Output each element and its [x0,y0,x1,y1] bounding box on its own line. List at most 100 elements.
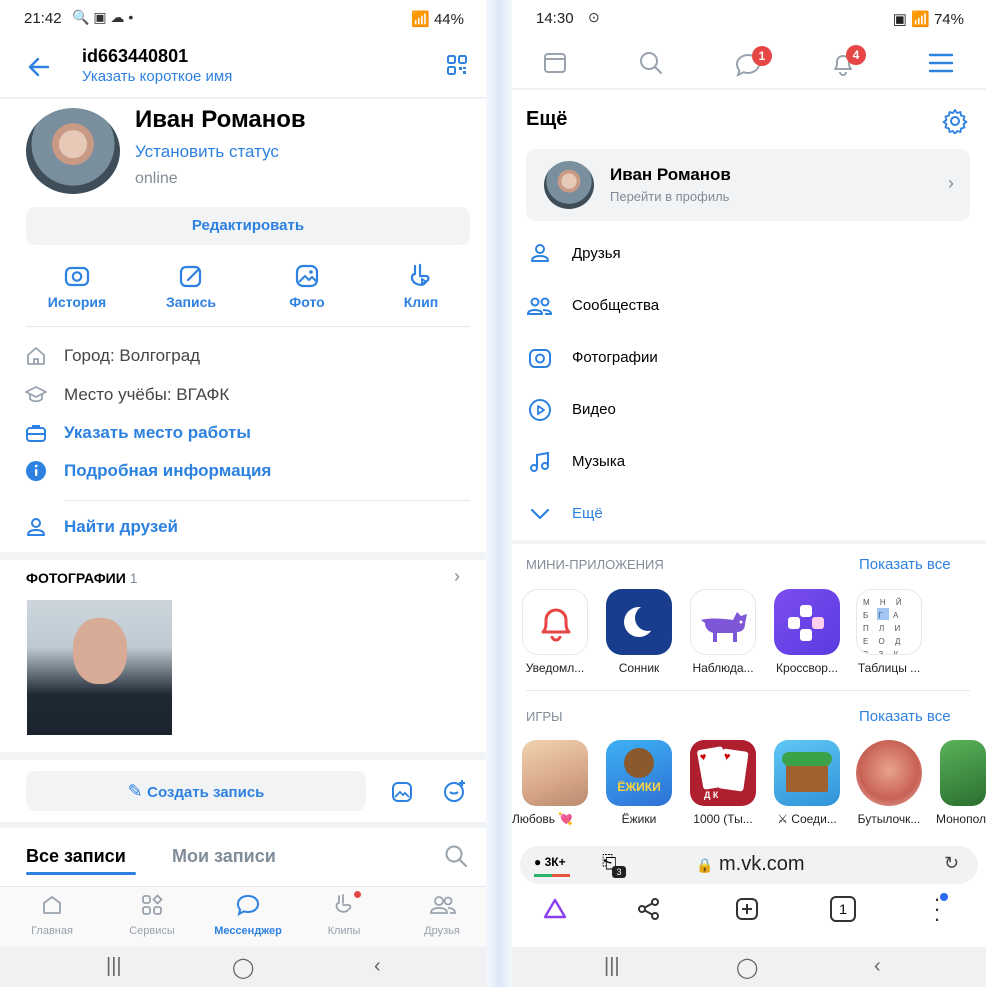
home-button[interactable]: ◯ [736,955,758,980]
page-title: Ещё [526,108,568,130]
menu-item-communities[interactable] [526,294,554,323]
menu-item-photos[interactable] [528,346,552,375]
menu-icon[interactable] [928,52,954,79]
edit-icon [179,265,202,288]
mini-apps-title: МИНИ-ПРИЛОЖЕНИЯ [526,557,664,572]
tab-home[interactable] [40,893,64,922]
bell-icon [541,608,571,642]
home-button[interactable]: ◯ [232,955,254,980]
recent-apps-button[interactable]: ||| [604,955,620,978]
post-button[interactable]: Запись [156,262,226,310]
find-friends-link[interactable]: Найти друзей [64,517,178,537]
set-status-link[interactable]: Установить статус [135,142,279,162]
browser-address-bar[interactable]: ● 3К+ ⎗ 3 🔒 m.vk.com ↻ [520,846,978,884]
avatar [544,161,594,209]
home-icon [43,896,61,914]
clips-badge [354,891,361,898]
game-connect[interactable] [774,740,840,806]
back-button[interactable]: ‹ [374,955,381,978]
status-battery: 📶 44% [411,11,464,28]
mini-app-dream-book[interactable] [606,589,672,655]
add-photo-icon[interactable] [390,780,414,809]
back-button[interactable]: ‹ [874,955,881,978]
message-icon [236,894,260,916]
gear-icon[interactable] [942,108,968,139]
search-icon[interactable] [638,50,664,81]
messages-badge: 1 [752,46,772,66]
briefcase-icon [24,421,48,445]
clip-icon [410,263,430,286]
cat-icon [701,612,747,642]
tab-all-posts[interactable]: Все записи [26,846,126,867]
chevron-down-icon [530,508,550,520]
search-icon[interactable] [444,844,468,873]
game-1000[interactable]: ♥ ♥ Д К [690,740,756,806]
edit-profile-button[interactable]: Редактировать [26,207,470,245]
tab-my-posts[interactable]: Мои записи [172,846,276,867]
status-battery: ▣ 📶 74% [892,11,964,28]
status-bar: 21:42 🔍 ▣ ☁ • 📶 44% [0,0,486,38]
mini-app-observer[interactable] [690,589,756,655]
tab-clips[interactable] [332,893,356,922]
status-icons: 🔍 ▣ ☁ • [72,9,134,25]
music-icon [530,451,549,472]
short-name-link[interactable]: Указать короткое имя [82,68,232,85]
photos-section-title[interactable]: ФОТОГРАФИИ 1 [26,570,138,586]
menu-item-friends[interactable] [528,241,552,270]
camera-icon [529,349,551,368]
game-monopoly[interactable] [940,740,986,806]
create-post-button[interactable]: ✎ Создать запись [26,771,366,811]
profile-card[interactable]: Иван Романов Перейти в профиль › [526,149,970,221]
new-tab-icon[interactable] [734,896,760,927]
photo-button[interactable]: Фото [272,262,342,310]
system-nav-bar: ||| ◯ ‹ [0,947,486,987]
mini-app-tables[interactable]: М Н Й Б Г А П Л И Е О Д В З К Ж [856,589,922,655]
mini-apps-show-all[interactable]: Показать все [859,556,951,573]
avatar[interactable] [26,108,120,194]
profile-screen: 21:42 🔍 ▣ ☁ • 📶 44% id663440801 Указать … [0,0,486,987]
clip-button[interactable]: Клип [386,262,456,310]
story-button[interactable]: История [42,262,112,310]
notifications-badge: 4 [846,45,866,65]
education-icon [24,383,48,407]
presence-status: online [135,170,178,187]
recent-apps-button[interactable]: ||| [106,955,122,978]
share-icon[interactable] [636,896,662,927]
user-icon [24,515,48,539]
qr-code-icon[interactable] [446,54,468,81]
status-time: 21:42 [24,10,62,27]
user-id: id663440801 [82,46,189,66]
menu-item-more[interactable] [528,504,552,529]
more-info-link[interactable]: Подробная информация [64,461,271,481]
menu-item-video[interactable] [528,398,552,427]
work-place-link[interactable]: Указать место работы [64,423,251,443]
chevron-right-icon: › [948,173,954,193]
system-nav-bar: ||| ◯ ‹ [512,947,986,987]
tab-switcher-button[interactable]: 1 [830,896,856,922]
status-time: 14:30 [536,10,574,27]
city-text: Город: Волгоград [64,346,201,365]
puzzle-icon [788,605,824,641]
user-icon [531,244,549,262]
tab-services[interactable] [140,893,164,922]
game-bottle[interactable] [856,740,922,806]
moon-icon [624,605,661,637]
tab-messenger[interactable] [235,893,261,922]
browser-home-icon[interactable] [542,896,568,927]
game-hedgehogs[interactable]: ЁЖИКИ [606,740,672,806]
add-story-icon[interactable] [442,778,468,809]
info-icon [24,459,48,483]
chevron-right-icon[interactable]: › [454,566,460,587]
games-show-all[interactable]: Показать все [859,708,951,725]
back-icon[interactable] [26,54,52,85]
reload-icon[interactable]: ↻ [944,853,959,874]
mini-app-notifications[interactable] [522,589,588,655]
profile-photo-thumbnail[interactable] [27,600,172,735]
tab-friends[interactable] [428,893,458,922]
more-menu-screen: 14:30 ⊙ ▣ 📶 74% 1 4 Ещё Иван Романов Пер… [512,0,986,987]
menu-item-music[interactable] [528,450,552,479]
tabs-icon[interactable] [542,50,568,81]
mini-app-crossword[interactable] [774,589,840,655]
game-love[interactable] [522,740,588,806]
school-text: Место учёбы: ВГАФК [64,385,230,404]
